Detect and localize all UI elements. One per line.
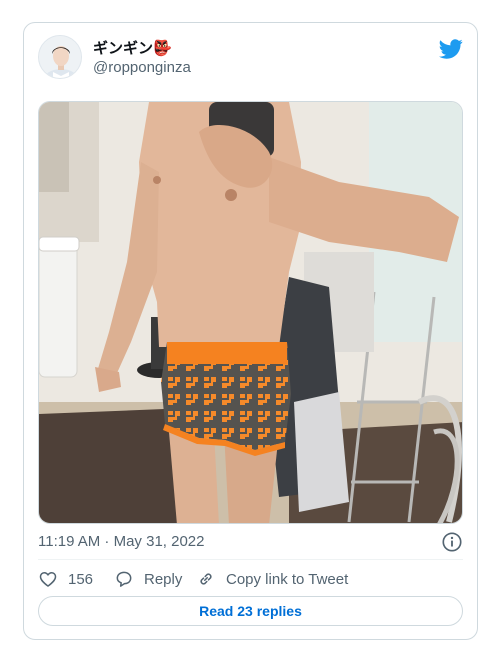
heart-icon bbox=[39, 572, 57, 587]
reply-label: Reply bbox=[144, 570, 183, 588]
reply-button[interactable]: Reply bbox=[114, 568, 182, 590]
speech-bubble-icon bbox=[116, 571, 132, 587]
like-button[interactable]: 156 bbox=[38, 568, 93, 590]
divider bbox=[38, 559, 463, 560]
user-handle[interactable]: @ropponginza bbox=[93, 59, 191, 77]
like-count: 156 bbox=[68, 570, 94, 588]
tweet-header: ギンギン👺 @ropponginza bbox=[38, 35, 463, 83]
tweet-actions: 156 Reply Copy link to Tweet bbox=[38, 568, 463, 590]
mirror-selfie-image bbox=[39, 102, 462, 523]
read-replies-button[interactable]: Read 23 replies bbox=[38, 596, 463, 626]
info-icon[interactable] bbox=[441, 531, 463, 553]
link-icon bbox=[200, 573, 212, 585]
copy-link-button[interactable]: Copy link to Tweet bbox=[196, 568, 348, 590]
avatar-image bbox=[39, 36, 81, 78]
twitter-bird-icon[interactable] bbox=[439, 37, 463, 61]
tweet-card: ギンギン👺 @ropponginza 11:19 AM · May 31, 20… bbox=[23, 22, 478, 640]
tweet-photo[interactable] bbox=[38, 101, 463, 524]
display-name[interactable]: ギンギン👺 bbox=[93, 40, 172, 58]
avatar[interactable] bbox=[38, 35, 82, 79]
tweet-timestamp[interactable]: 11:19 AM · May 31, 2022 bbox=[38, 532, 205, 552]
copy-link-label: Copy link to Tweet bbox=[226, 570, 349, 588]
